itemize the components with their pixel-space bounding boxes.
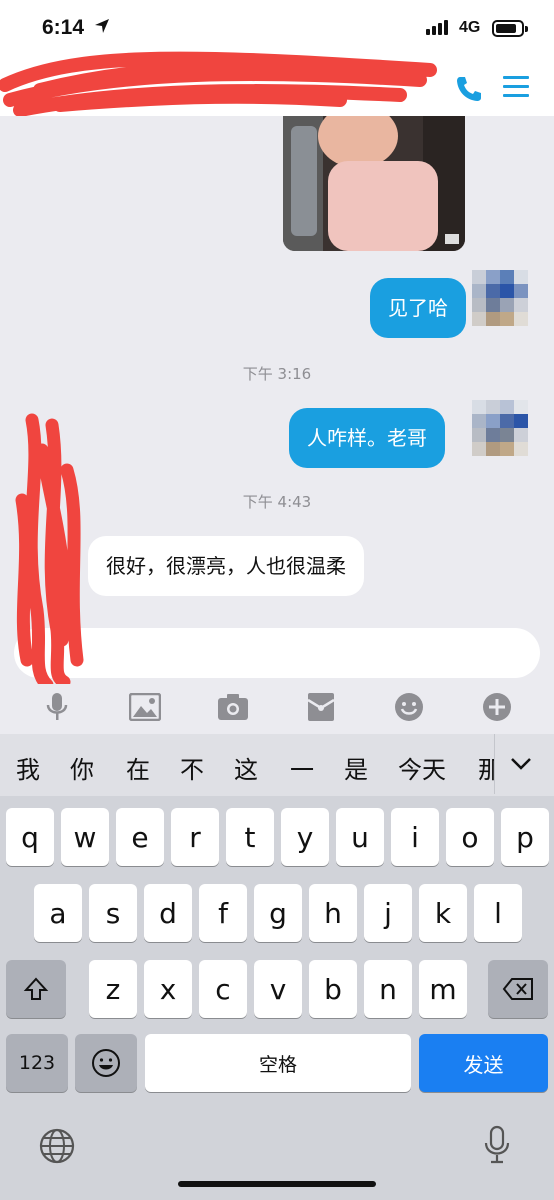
- key-v[interactable]: v: [254, 960, 302, 1018]
- red-packet-icon[interactable]: [304, 690, 338, 724]
- plus-icon[interactable]: [480, 690, 514, 724]
- network-type: 4G: [459, 19, 481, 36]
- key-s[interactable]: s: [89, 884, 137, 942]
- shift-key[interactable]: [6, 960, 66, 1018]
- shift-icon: [23, 977, 49, 1000]
- message-text: 很好，很漂亮，人也很温柔: [106, 554, 346, 578]
- signal-icon: [426, 20, 448, 35]
- key-n[interactable]: n: [364, 960, 412, 1018]
- key-h[interactable]: h: [309, 884, 357, 942]
- key-c[interactable]: c: [199, 960, 247, 1018]
- candidate-word[interactable]: 不: [180, 750, 204, 785]
- outgoing-message-bubble[interactable]: 人咋样。老哥: [289, 408, 445, 468]
- key-i[interactable]: i: [391, 808, 439, 866]
- dictation-mic-icon[interactable]: [484, 1125, 510, 1165]
- candidate-word[interactable]: 这: [234, 750, 258, 785]
- candidate-word[interactable]: 我: [16, 750, 40, 785]
- key-k[interactable]: k: [419, 884, 467, 942]
- candidate-word[interactable]: 一: [290, 750, 314, 785]
- key-p[interactable]: p: [501, 808, 549, 866]
- key-f[interactable]: f: [199, 884, 247, 942]
- message-text: 见了哈: [388, 296, 448, 320]
- message-input[interactable]: [14, 628, 540, 678]
- home-indicator: [178, 1181, 376, 1187]
- backspace-icon: [502, 978, 533, 1000]
- key-g[interactable]: g: [254, 884, 302, 942]
- phone-icon[interactable]: [454, 74, 484, 104]
- chevron-down-icon: [511, 758, 531, 770]
- outgoing-message-bubble[interactable]: 见了哈: [370, 278, 466, 338]
- candidate-word[interactable]: 是: [344, 750, 368, 785]
- key-u[interactable]: u: [336, 808, 384, 866]
- location-arrow-icon: [95, 19, 109, 33]
- redacted-avatar: [15, 413, 84, 690]
- key-m[interactable]: m: [419, 960, 467, 1018]
- key-b[interactable]: b: [309, 960, 357, 1018]
- key-q[interactable]: q: [6, 808, 54, 866]
- key-j[interactable]: j: [364, 884, 412, 942]
- key-r[interactable]: r: [171, 808, 219, 866]
- delete-key[interactable]: [488, 960, 548, 1018]
- expand-candidates-button[interactable]: [494, 734, 554, 794]
- key-x[interactable]: x: [144, 960, 192, 1018]
- key-t[interactable]: t: [226, 808, 274, 866]
- numbers-key[interactable]: 123: [6, 1034, 68, 1092]
- redacted-contact-name: [0, 51, 437, 117]
- image-icon[interactable]: [128, 690, 162, 724]
- message-text: 人咋样。老哥: [307, 426, 427, 450]
- status-time: 6:14: [42, 16, 85, 39]
- incoming-message-bubble[interactable]: 很好，很漂亮，人也很温柔: [88, 536, 364, 596]
- mic-icon[interactable]: [40, 690, 74, 724]
- key-w[interactable]: w: [61, 808, 109, 866]
- candidate-word[interactable]: 今天: [398, 750, 446, 785]
- chat-toolbar: [0, 684, 554, 734]
- key-e[interactable]: e: [116, 808, 164, 866]
- keyboard: 我 你 在 不 这 一 是 今天 那 q w e r t y u i o p a…: [0, 734, 554, 1200]
- camera-icon[interactable]: [216, 690, 250, 724]
- emoji-keyboard-key[interactable]: [75, 1034, 137, 1092]
- key-o[interactable]: o: [446, 808, 494, 866]
- key-z[interactable]: z: [89, 960, 137, 1018]
- key-l[interactable]: l: [474, 884, 522, 942]
- battery-icon: [492, 20, 528, 37]
- candidate-bar: 我 你 在 不 这 一 是 今天 那: [0, 734, 554, 796]
- avatar[interactable]: [472, 270, 530, 328]
- image-message[interactable]: [283, 116, 465, 251]
- menu-icon[interactable]: [503, 76, 529, 100]
- space-key[interactable]: 空格: [145, 1034, 411, 1092]
- avatar[interactable]: [472, 400, 530, 458]
- key-d[interactable]: d: [144, 884, 192, 942]
- emoji-icon[interactable]: [392, 690, 426, 724]
- timestamp: 下午 3:16: [242, 365, 312, 383]
- globe-icon[interactable]: [38, 1127, 76, 1165]
- emoji-icon: [92, 1049, 120, 1077]
- key-a[interactable]: a: [34, 884, 82, 942]
- candidate-word[interactable]: 在: [126, 750, 150, 785]
- candidate-word[interactable]: 你: [70, 750, 94, 785]
- key-y[interactable]: y: [281, 808, 329, 866]
- send-key[interactable]: 发送: [419, 1034, 548, 1092]
